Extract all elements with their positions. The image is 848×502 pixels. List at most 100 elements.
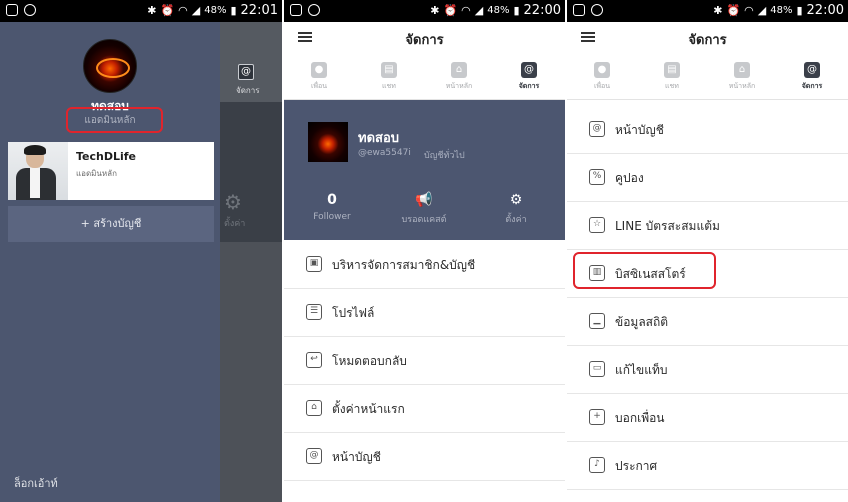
menu-item-statistics[interactable]: ▁ ข้อมูลสถิติ bbox=[567, 298, 848, 346]
highlight-box bbox=[573, 252, 716, 289]
menu-item-home-settings[interactable]: ⌂ ตั้งค่าหน้าแรก bbox=[284, 385, 565, 433]
followers-count: 0 bbox=[327, 192, 337, 208]
dimmed-tab-label: จัดการ bbox=[236, 86, 260, 95]
account-name: TechDLife bbox=[76, 150, 137, 163]
tab-chat[interactable]: ▤ แชท bbox=[364, 62, 414, 92]
battery-icon: ▮ bbox=[230, 3, 237, 17]
battery-icon: ▮ bbox=[796, 3, 803, 17]
account-card[interactable]: TechDLife แอดมินหลัก bbox=[8, 142, 214, 200]
tab-home[interactable]: ⌂ หน้าหลัก bbox=[717, 62, 767, 92]
menu-item-tell-friends[interactable]: + บอกเพื่อน bbox=[567, 394, 848, 442]
menu-item-profile[interactable]: ☰ โปรไฟล์ bbox=[284, 289, 565, 337]
screen-manage-menu: ✱ ⏰ ◠ ◢ 48% ▮ 22:00 จัดการ ● เพื่อน ▤ แชท … bbox=[567, 0, 848, 502]
tab-label: แชท bbox=[665, 82, 679, 90]
notification-icon bbox=[6, 4, 18, 16]
tab-label: จัดการ bbox=[801, 82, 823, 90]
highlight-box bbox=[66, 107, 163, 133]
profile-id: @ewa5547i bbox=[358, 148, 411, 158]
dimmed-settings-label: ตั้งค่า bbox=[224, 219, 246, 229]
manage-menu: ▣ บริหารจัดการสมาชิก&บัญชี ☰ โปรไฟล์ ↩ โหมด… bbox=[284, 241, 565, 481]
tab-friends[interactable]: ● เพื่อน bbox=[577, 62, 627, 92]
tab-home[interactable]: ⌂ หน้าหลัก bbox=[434, 62, 484, 92]
screen-drawer: ✱ ⏰ ◠ ◢ 48% ▮ 22:01 ทดสอบ แอดมินหลัก Tec… bbox=[0, 0, 282, 502]
dimmed-background[interactable]: @ จัดการ ⚙ ตั้งค่า bbox=[220, 22, 282, 502]
status-bar: ✱ ⏰ ◠ ◢ 48% ▮ 22:01 bbox=[0, 0, 282, 22]
profile-header: ทดสอบ @ewa5547i บัญชีทั่วไป 0 Follower 📢… bbox=[284, 100, 565, 240]
menu-item-label: โหมดตอบกลับ bbox=[332, 354, 407, 368]
tab-label: หน้าหลัก bbox=[445, 82, 473, 90]
battery-icon: ▮ bbox=[513, 3, 520, 17]
at-icon: @ bbox=[589, 121, 605, 137]
settings-button[interactable]: ⚙ ตั้งค่า bbox=[476, 192, 556, 226]
wifi-icon: ◠ bbox=[178, 3, 188, 17]
bluetooth-icon: ✱ bbox=[147, 3, 157, 17]
tab-manage[interactable]: @ จัดการ bbox=[787, 62, 837, 92]
menu-item-coupon[interactable]: % คูปอง bbox=[567, 154, 848, 202]
bluetooth-icon: ✱ bbox=[713, 3, 723, 17]
menu-item-edit-tabs[interactable]: ▭ แก้ไขแท็บ bbox=[567, 346, 848, 394]
menu-item-label: โปรไฟล์ bbox=[332, 306, 375, 320]
manage-icon: @ bbox=[804, 62, 820, 78]
megaphone-icon: 📢 bbox=[415, 192, 433, 208]
tab-label: จัดการ bbox=[518, 82, 540, 90]
clock: 22:01 bbox=[240, 3, 278, 18]
manage-icon: @ bbox=[238, 64, 254, 80]
followers-stat[interactable]: 0 Follower bbox=[292, 192, 372, 222]
alarm-icon: ⏰ bbox=[443, 3, 458, 17]
tab-label: เพื่อน bbox=[311, 82, 327, 90]
menu-item-account-page[interactable]: @ หน้าบัญชี bbox=[567, 106, 848, 154]
tab-label: เพื่อน bbox=[594, 82, 610, 90]
create-account-button[interactable]: + สร้างบัญชี bbox=[8, 206, 214, 242]
clock: 22:00 bbox=[523, 3, 561, 18]
home-icon: ⌂ bbox=[451, 62, 467, 78]
wifi-icon: ◠ bbox=[461, 3, 471, 17]
members-icon: ▣ bbox=[306, 256, 322, 272]
menu-item-label: ข้อมูลสถิติ bbox=[615, 315, 669, 329]
screens-container: ✱ ⏰ ◠ ◢ 48% ▮ 22:01 ทดสอบ แอดมินหลัก Tec… bbox=[0, 0, 848, 502]
bell-icon: ♪ bbox=[589, 457, 605, 473]
tab-bar: ● เพื่อน ▤ แชท ⌂ หน้าหลัก @ จัดการ bbox=[567, 52, 848, 100]
menu-item-account-page[interactable]: @ หน้าบัญชี bbox=[284, 433, 565, 481]
app-bar: จัดการ bbox=[284, 22, 565, 52]
tab-edit-icon: ▭ bbox=[589, 361, 605, 377]
tab-friends[interactable]: ● เพื่อน bbox=[294, 62, 344, 92]
menu-item-label: แก้ไขแท็บ bbox=[615, 363, 668, 377]
menu-item-reply-mode[interactable]: ↩ โหมดตอบกลับ bbox=[284, 337, 565, 385]
manage-menu: @ หน้าบัญชี % คูปอง ☆ LINE บัตรสะสมแต้ม ▥ บิ… bbox=[567, 106, 848, 490]
settings-label: ตั้งค่า bbox=[505, 215, 527, 225]
tab-label: หน้าหลัก bbox=[728, 82, 756, 90]
home-icon: ⌂ bbox=[734, 62, 750, 78]
signal-icon: ◢ bbox=[474, 3, 484, 17]
gear-icon: ⚙ bbox=[509, 192, 523, 208]
add-friend-icon: + bbox=[589, 409, 605, 425]
tab-manage[interactable]: @ จัดการ bbox=[504, 62, 554, 92]
wifi-icon: ◠ bbox=[744, 3, 754, 17]
broadcast-button[interactable]: 📢 บรอดแคสต์ bbox=[384, 192, 464, 226]
side-drawer: ทดสอบ แอดมินหลัก TechDLife แอดมินหลัก + … bbox=[0, 22, 220, 502]
pinterest-icon bbox=[591, 4, 603, 16]
avatar[interactable] bbox=[308, 122, 348, 162]
manage-icon: @ bbox=[521, 62, 537, 78]
menu-item-label: ประกาศ bbox=[615, 459, 658, 473]
battery-percent: 48% bbox=[770, 5, 793, 16]
tab-chat[interactable]: ▤ แชท bbox=[647, 62, 697, 92]
menu-item-members[interactable]: ▣ บริหารจัดการสมาชิก&บัญชี bbox=[284, 241, 565, 289]
battery-percent: 48% bbox=[487, 5, 510, 16]
page-title: จัดการ bbox=[688, 33, 727, 48]
alarm-icon: ⏰ bbox=[726, 3, 741, 17]
menu-item-label: หน้าบัญชี bbox=[332, 450, 381, 464]
menu-item-announcement[interactable]: ♪ ประกาศ bbox=[567, 442, 848, 490]
status-bar: ✱ ⏰ ◠ ◢ 48% ▮ 22:00 bbox=[284, 0, 565, 22]
person-icon: ● bbox=[311, 62, 327, 78]
logout-button[interactable]: ล็อกเอ้าท์ bbox=[14, 474, 58, 492]
coupon-icon: % bbox=[589, 169, 605, 185]
chat-icon: ▤ bbox=[664, 62, 680, 78]
menu-item-label: หน้าบัญชี bbox=[615, 123, 664, 137]
avatar[interactable] bbox=[83, 39, 137, 93]
notification-icon bbox=[290, 4, 302, 16]
chat-icon: ▤ bbox=[381, 62, 397, 78]
menu-item-label: บริหารจัดการสมาชิก&บัญชี bbox=[332, 258, 476, 272]
menu-item-point-card[interactable]: ☆ LINE บัตรสะสมแต้ม bbox=[567, 202, 848, 250]
clock: 22:00 bbox=[806, 3, 844, 18]
tab-bar: ● เพื่อน ▤ แชท ⌂ หน้าหลัก @ จัดการ bbox=[284, 52, 565, 100]
